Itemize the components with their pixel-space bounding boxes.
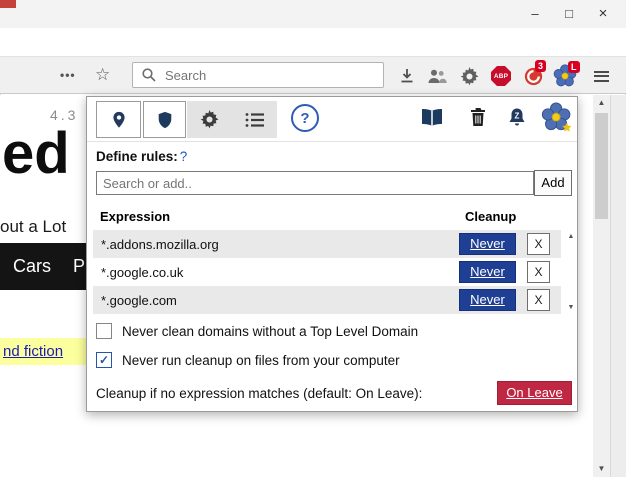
cleanup-type-button[interactable]: Never bbox=[459, 233, 516, 255]
popup-tab-bar: ? Z bbox=[87, 97, 577, 142]
tracker-badge: 3 bbox=[535, 60, 546, 72]
nav-item-partial[interactable]: P bbox=[73, 256, 85, 277]
vertical-scrollbar[interactable]: ▲ ▼ bbox=[593, 95, 610, 477]
rules-scroll-up-button[interactable]: ▲ bbox=[565, 233, 577, 240]
cleanup-type-button[interactable]: Never bbox=[459, 289, 516, 311]
trash-icon bbox=[469, 106, 487, 128]
search-icon bbox=[141, 67, 157, 83]
scroll-up-button[interactable]: ▲ bbox=[593, 95, 610, 111]
nav-item-cars[interactable]: Cars bbox=[13, 256, 51, 277]
download-button[interactable] bbox=[396, 65, 418, 87]
tld-checkbox[interactable] bbox=[96, 323, 112, 339]
cleanup-type-button[interactable]: Never bbox=[459, 261, 516, 283]
help-button[interactable]: ? bbox=[291, 104, 319, 132]
maximize-button[interactable]: □ bbox=[552, 0, 586, 26]
search-input[interactable] bbox=[157, 67, 383, 84]
tab-strip bbox=[0, 28, 626, 56]
forget-me-not-logo-icon bbox=[541, 101, 575, 142]
tab-rules[interactable] bbox=[143, 101, 186, 138]
extension-badge: L bbox=[568, 61, 580, 73]
tld-checkbox-label: Never clean domains without a Top Level … bbox=[122, 324, 418, 339]
page-highlight-strip: nd fiction bbox=[0, 338, 86, 365]
tab-this-domain[interactable] bbox=[96, 101, 141, 138]
add-rule-button[interactable]: Add bbox=[534, 170, 572, 196]
rule-search-input[interactable] bbox=[96, 171, 534, 195]
menu-button[interactable] bbox=[594, 68, 610, 84]
close-button[interactable]: × bbox=[586, 0, 620, 26]
navigation-toolbar: ••• ☆ ABP 3 L bbox=[0, 56, 626, 94]
remove-rule-button[interactable]: X bbox=[527, 289, 550, 311]
search-bar[interactable] bbox=[132, 62, 384, 88]
location-pin-icon bbox=[110, 110, 128, 130]
tab-log[interactable] bbox=[232, 101, 277, 138]
settings-gear-icon bbox=[200, 110, 219, 129]
rule-expression: *.google.com bbox=[101, 293, 177, 308]
hamburger-icon bbox=[594, 71, 609, 73]
titlebar-accent-fragment bbox=[0, 0, 16, 8]
svg-text:Z: Z bbox=[515, 112, 520, 121]
shield-icon bbox=[156, 110, 174, 130]
browser-window: – □ × ••• ☆ ABP 3 bbox=[0, 0, 626, 477]
rules-list-scrollbar[interactable]: ▲ ▼ bbox=[565, 230, 577, 314]
scroll-down-button[interactable]: ▼ bbox=[593, 461, 610, 477]
scrollbar-thumb[interactable] bbox=[595, 113, 608, 219]
bookmark-star-button[interactable]: ☆ bbox=[95, 65, 110, 85]
extension-popup: ? Z Define rules:? Add Expression bbox=[86, 96, 578, 412]
window-frame bbox=[610, 95, 626, 477]
expression-header: Expression bbox=[100, 209, 170, 224]
rule-expression: *.google.co.uk bbox=[101, 265, 183, 280]
rule-expression: *.addons.mozilla.org bbox=[101, 237, 219, 252]
rule-row: *.addons.mozilla.org Never X bbox=[93, 230, 561, 258]
download-icon bbox=[398, 67, 416, 85]
browser-content: 4.3 ed out a Lot Cars P nd fiction ▲ ▼ bbox=[0, 95, 626, 477]
book-icon bbox=[419, 108, 445, 128]
local-files-option-row: ✓ Never run cleanup on files from your c… bbox=[96, 352, 400, 368]
title-bar: – □ × bbox=[0, 0, 626, 28]
rule-row: *.google.co.uk Never X bbox=[93, 258, 561, 286]
page-subheading-fragment: out a Lot bbox=[0, 217, 66, 237]
minimize-button[interactable]: – bbox=[518, 0, 552, 26]
people-icon bbox=[427, 68, 447, 84]
bell-snooze-icon: Z bbox=[507, 106, 527, 128]
trash-button[interactable] bbox=[469, 106, 487, 133]
book-button[interactable] bbox=[419, 108, 445, 133]
settings-gear-button[interactable] bbox=[458, 65, 480, 87]
local-files-checkbox-label: Never run cleanup on files from your com… bbox=[122, 353, 400, 368]
remove-rule-button[interactable]: X bbox=[527, 233, 550, 255]
check-icon: ✓ bbox=[99, 353, 109, 367]
cleanup-header: Cleanup bbox=[465, 209, 516, 224]
abp-button[interactable]: ABP bbox=[490, 65, 512, 87]
rules-scroll-down-button[interactable]: ▼ bbox=[565, 304, 577, 311]
window-controls: – □ × bbox=[518, 0, 620, 26]
gear-icon bbox=[460, 67, 479, 86]
people-button[interactable] bbox=[426, 65, 448, 87]
snooze-button[interactable]: Z bbox=[507, 106, 527, 133]
on-leave-button[interactable]: On Leave bbox=[497, 381, 572, 405]
local-files-checkbox[interactable]: ✓ bbox=[96, 352, 112, 368]
list-icon bbox=[245, 112, 265, 128]
rules-list: *.addons.mozilla.org Never X *.google.co… bbox=[93, 230, 561, 314]
remove-rule-button[interactable]: X bbox=[527, 261, 550, 283]
page-link-fragment[interactable]: nd fiction bbox=[3, 343, 63, 360]
define-rules-row: Define rules:? bbox=[96, 149, 187, 164]
page-actions-button[interactable]: ••• bbox=[60, 68, 76, 82]
page-heading-fragment: ed bbox=[2, 125, 70, 183]
define-rules-help-link[interactable]: ? bbox=[180, 149, 188, 164]
define-rules-label: Define rules: bbox=[96, 149, 178, 164]
abp-icon: ABP bbox=[491, 66, 511, 86]
fallback-rule-label: Cleanup if no expression matches (defaul… bbox=[96, 386, 422, 401]
tab-settings[interactable] bbox=[187, 101, 232, 138]
rule-row: *.google.com Never X bbox=[93, 286, 561, 314]
tld-option-row: Never clean domains without a Top Level … bbox=[96, 323, 418, 339]
